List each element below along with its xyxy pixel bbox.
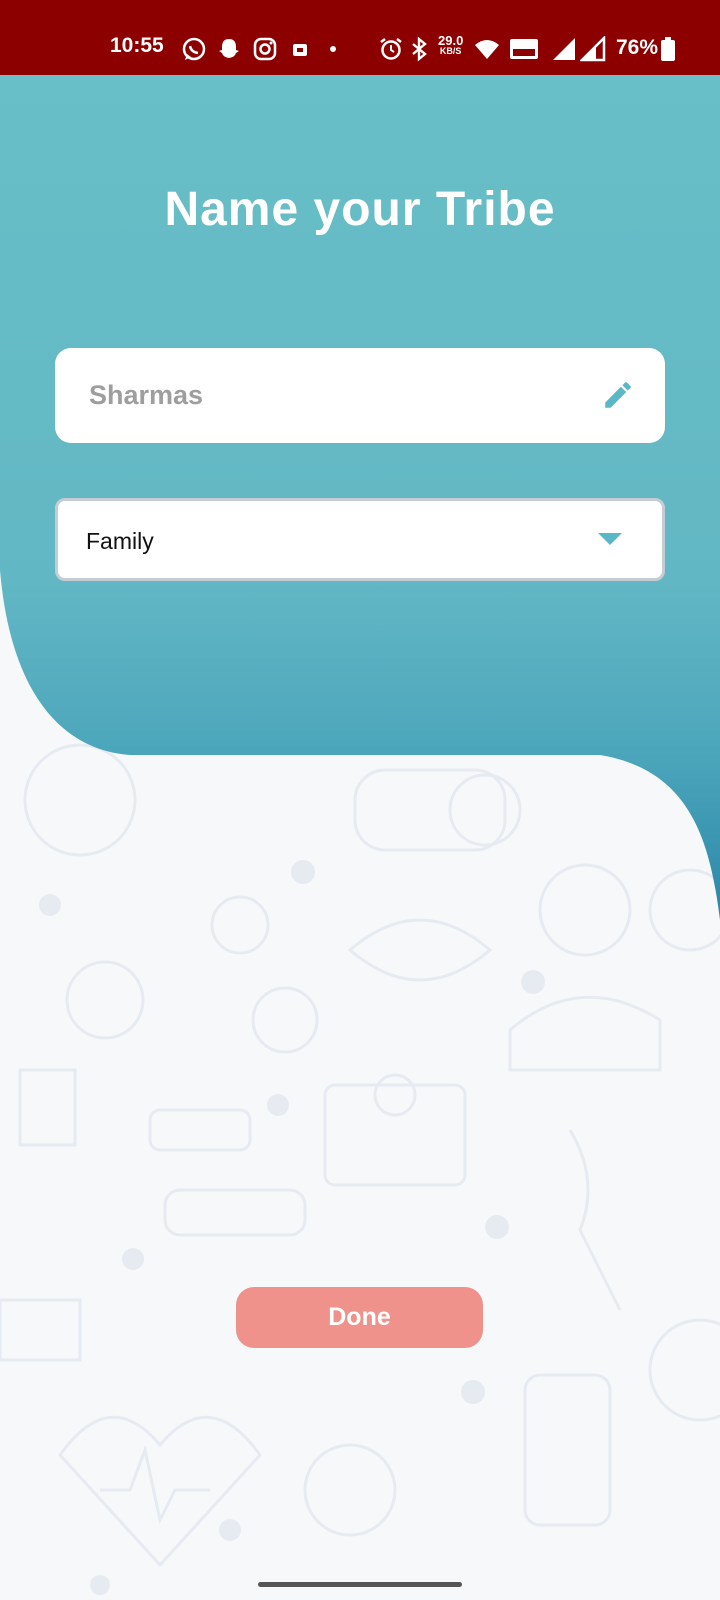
- background-illustration: [0, 75, 720, 1595]
- signal-strength-icon-2: [580, 36, 606, 62]
- snapchat-icon: [219, 39, 239, 58]
- doodle-pattern: [0, 743, 720, 1568]
- status-time: 10:55: [110, 34, 164, 57]
- doodle-dots: [39, 860, 545, 1595]
- done-button[interactable]: Done: [236, 1287, 483, 1348]
- notification-app-icon: [293, 44, 307, 56]
- battery-percentage: 76%: [616, 36, 659, 59]
- tribe-name-value[interactable]: Sharmas: [89, 380, 203, 411]
- tribe-name-input[interactable]: Sharmas: [55, 348, 665, 443]
- wifi-icon: [475, 40, 499, 59]
- volte-lte-icon: [510, 39, 538, 59]
- tribe-type-dropdown[interactable]: Family: [55, 498, 665, 581]
- chevron-down-icon[interactable]: [598, 533, 622, 547]
- edit-pencil-icon[interactable]: [601, 378, 635, 412]
- instagram-icon: [253, 37, 277, 61]
- more-dot-icon: [330, 46, 336, 52]
- whatsapp-icon: [182, 37, 206, 61]
- network-speed: 29.0 KB/S: [438, 33, 464, 57]
- signal-strength-icon: [553, 38, 575, 60]
- alarm-icon: [380, 38, 402, 60]
- battery-icon: [661, 37, 675, 61]
- network-speed-value: 29.0: [438, 33, 464, 48]
- status-bar: 10:55 29.0 KB/S 76%: [0, 0, 720, 75]
- tribe-type-selected: Family: [86, 528, 154, 554]
- home-indicator[interactable]: [258, 1582, 462, 1587]
- bluetooth-icon: [412, 36, 427, 62]
- network-speed-unit: KB/S: [439, 46, 462, 56]
- page-title: Name your Tribe: [164, 183, 556, 236]
